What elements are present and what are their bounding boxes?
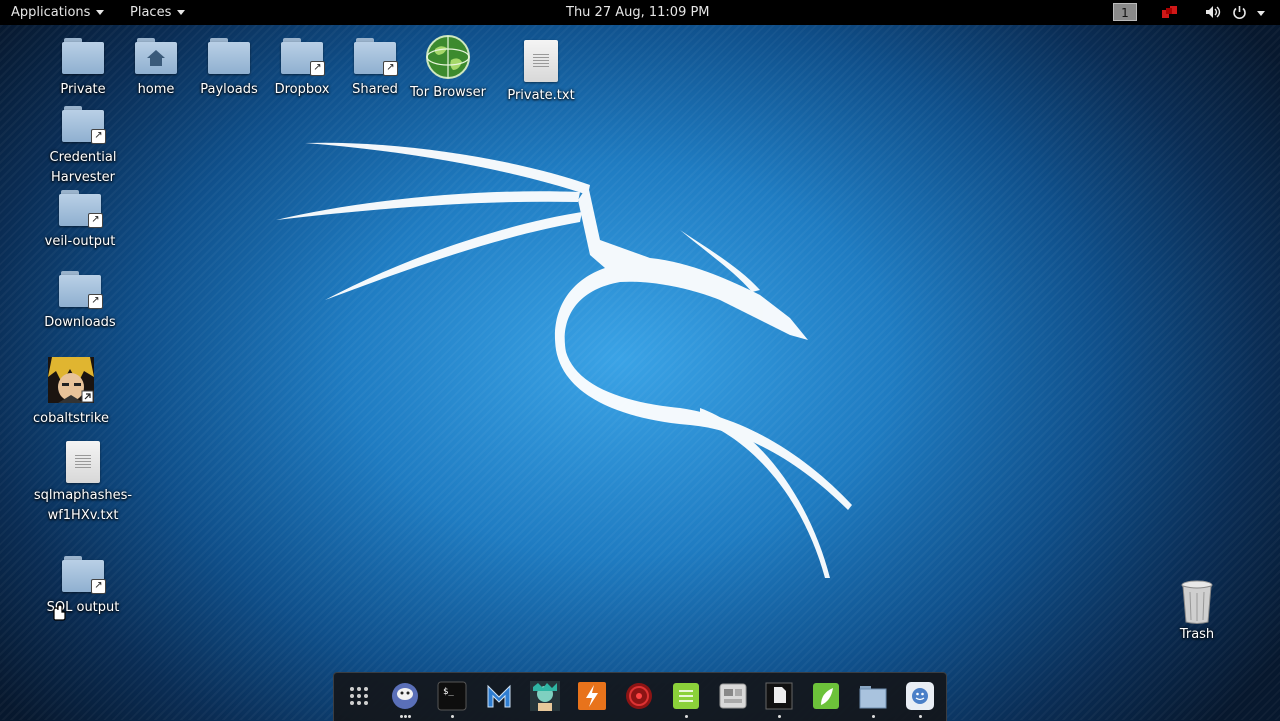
system-menu-chevron-icon[interactable] [1257, 11, 1265, 16]
running-indicator [778, 715, 781, 718]
folder-link-icon: ↗ [59, 190, 103, 228]
workspace-indicator[interactable]: 1 [1113, 3, 1137, 21]
desktop-icon-label: Credential Harvester [49, 150, 117, 185]
folder-link-icon: ↗ [281, 38, 325, 76]
metasploit-icon[interactable] [484, 681, 514, 711]
desktop-icon-veil-output[interactable]: ↗ veil-output [25, 190, 135, 252]
desktop-icon-label-line2: wf1HXv.txt [47, 508, 119, 523]
trash-icon [1181, 580, 1213, 624]
volume-icon[interactable] [1205, 5, 1223, 19]
folder-link-icon: ↗ [354, 38, 398, 76]
screenshot-icon[interactable] [718, 681, 748, 711]
dock: $_ [333, 672, 947, 721]
cobaltstrike-icon [48, 357, 94, 403]
top-panel: Applications Places Thu 27 Aug, 11:09 PM… [0, 0, 1280, 25]
chevron-down-icon [177, 10, 186, 15]
folder-icon [208, 38, 250, 74]
home-folder-icon [135, 38, 177, 74]
desktop-icon-label: Private.txt [507, 88, 575, 103]
places-menu[interactable]: Places [119, 0, 196, 25]
faraday-icon[interactable] [624, 681, 654, 711]
show-apps-grid-icon[interactable] [344, 681, 374, 711]
places-label: Places [130, 5, 172, 20]
desktop-icon-private-txt[interactable]: Private.txt [486, 40, 596, 106]
running-indicator [685, 715, 688, 718]
files-icon[interactable] [858, 681, 888, 711]
notes-icon[interactable] [764, 681, 794, 711]
iceweasel-icon[interactable] [390, 681, 420, 711]
desktop-icon-credential-harvester[interactable]: ↗ Credential Harvester [18, 106, 148, 188]
folder-link-icon: ↗ [62, 106, 106, 144]
desktop-icon-label: veil-output [44, 234, 116, 249]
armitage-icon[interactable] [530, 681, 560, 711]
folder-link-icon: ↗ [59, 271, 103, 309]
text-editor-icon[interactable] [671, 681, 701, 711]
text-file-icon [66, 441, 100, 483]
kali-dragon-logo [276, 142, 852, 578]
burpsuite-icon[interactable] [577, 681, 607, 711]
running-indicator [400, 715, 403, 718]
power-icon[interactable] [1232, 5, 1247, 20]
tor-browser-globe-icon [426, 35, 470, 79]
folder-icon [62, 38, 104, 74]
desktop-icon-label: Downloads [44, 315, 116, 330]
applications-menu[interactable]: Applications [0, 0, 115, 25]
chat-icon[interactable] [905, 681, 935, 711]
notification-tray-icon[interactable] [1162, 6, 1178, 20]
terminal-icon[interactable]: $_ [437, 681, 467, 711]
running-indicator [872, 715, 875, 718]
running-indicator [404, 715, 407, 718]
desktop-icon-label: SQL output [46, 600, 120, 615]
desktop-icon-trash[interactable]: Trash [1142, 580, 1252, 645]
running-indicator [408, 715, 411, 718]
desktop-icon-label-line1: sqlmaphashes- [33, 488, 133, 503]
running-indicator [919, 715, 922, 718]
hand-cursor-icon [53, 604, 66, 621]
chevron-down-icon [96, 10, 105, 15]
folder-link-icon: ↗ [62, 556, 106, 594]
svg-text:$_: $_ [443, 687, 454, 697]
running-indicator [451, 715, 454, 718]
clock[interactable]: Thu 27 Aug, 11:09 PM [566, 0, 710, 25]
desktop-icon-label: cobaltstrike [33, 411, 109, 426]
desktop-icon-sqlmaphashes[interactable]: sqlmaphashes- wf1HXv.txt [28, 441, 138, 526]
desktop-icon-label: Trash [1179, 627, 1215, 642]
desktop-icon-sql-output[interactable]: ↗ SQL output [28, 556, 138, 618]
desktop-icon-downloads[interactable]: ↗ Downloads [25, 271, 135, 333]
desktop-icon-cobaltstrike[interactable]: cobaltstrike [16, 357, 126, 429]
text-file-icon [524, 40, 558, 82]
leafpad-icon[interactable] [811, 681, 841, 711]
applications-label: Applications [11, 5, 91, 20]
